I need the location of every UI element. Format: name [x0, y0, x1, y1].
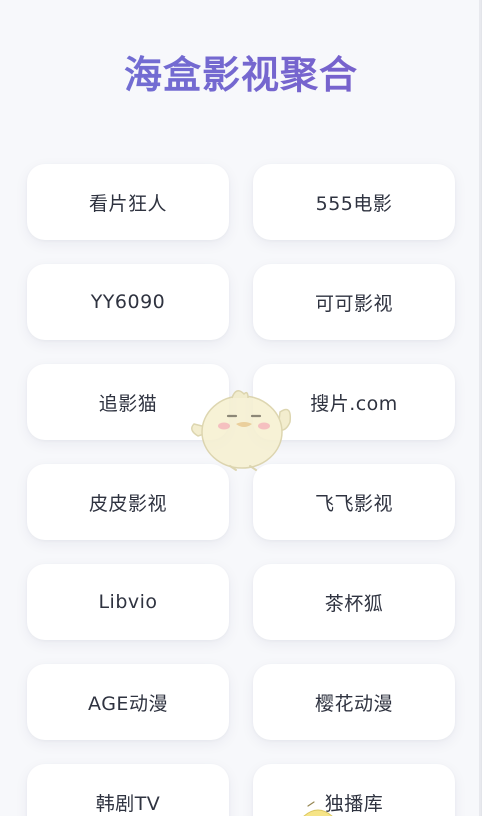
site-card-label: 555电影 — [315, 192, 393, 215]
page-title: 海盒影视聚合 — [0, 44, 481, 99]
site-card-label: 飞飞影视 — [314, 492, 393, 515]
scrollbar-edge — [479, 0, 481, 816]
site-grid: 看片狂人 555电影 YY6090 可可影视 追影猫 搜片.com 皮皮影视 飞… — [27, 164, 455, 816]
site-card-label: 可可影视 — [314, 292, 393, 315]
chick-peek-icon — [303, 801, 333, 816]
site-card-label: Libvio — [98, 591, 158, 613]
site-card-label: 搜片.com — [310, 392, 398, 415]
site-card-label: 茶杯狐 — [324, 592, 384, 615]
site-card-keke-yingshi[interactable]: 可可影视 — [253, 264, 455, 340]
site-card-555-dianying[interactable]: 555电影 — [253, 164, 455, 240]
site-card-chabeihu[interactable]: 茶杯狐 — [253, 564, 455, 640]
site-card-libvio[interactable]: Libvio — [27, 564, 229, 640]
site-card-label: 追影猫 — [98, 392, 158, 415]
site-card-hanju-tv[interactable]: 韩剧TV — [27, 764, 229, 816]
site-card-label: 皮皮影视 — [88, 492, 167, 515]
site-card-label: 看片狂人 — [88, 192, 167, 215]
site-card-kanpian-kuangren[interactable]: 看片狂人 — [27, 164, 229, 240]
site-card-label: 樱花动漫 — [314, 692, 393, 715]
site-card-label: YY6090 — [90, 291, 166, 313]
site-card-yy6090[interactable]: YY6090 — [27, 264, 229, 340]
site-card-yinghua-dongman[interactable]: 樱花动漫 — [253, 664, 455, 740]
chick-mascot-icon[interactable] — [188, 384, 296, 476]
site-card-dubo-ku[interactable]: 独播库 — [253, 764, 455, 816]
site-card-label: AGE动漫 — [88, 692, 168, 715]
page: 海盒影视聚合 看片狂人 555电影 YY6090 可可影视 追影猫 搜片.com… — [0, 0, 482, 816]
site-card-label: 韩剧TV — [95, 792, 161, 815]
site-card-age-dongman[interactable]: AGE动漫 — [27, 664, 229, 740]
